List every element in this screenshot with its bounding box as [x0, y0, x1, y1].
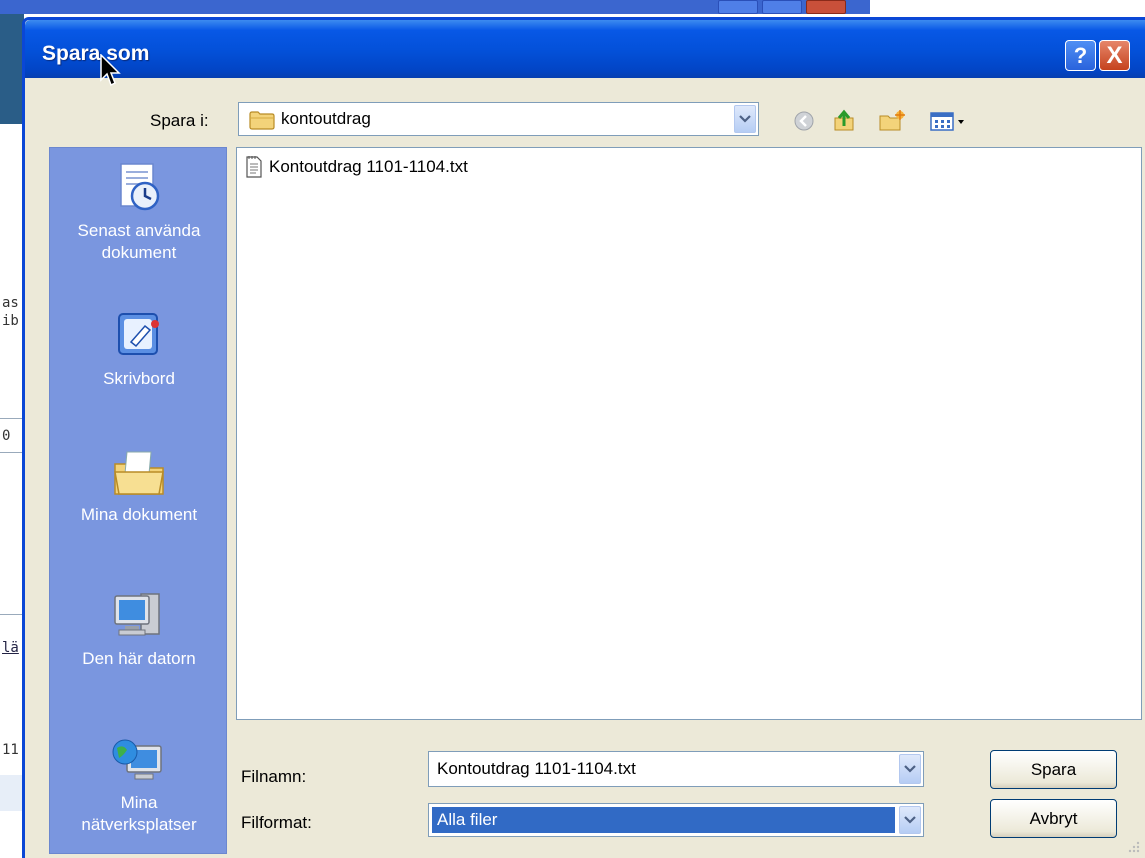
chevron-down-icon [739, 115, 751, 123]
my-documents-icon [114, 451, 164, 495]
background-close-button[interactable] [806, 0, 846, 14]
place-label: Skrivbord [103, 369, 175, 388]
place-label: Den här datorn [82, 649, 196, 668]
save-button[interactable]: Spara [990, 750, 1117, 789]
places-bar: Senast använda dokument Skrivbord Mina d… [49, 147, 227, 854]
save-in-dropdown-arrow[interactable] [734, 105, 756, 133]
cancel-button[interactable]: Avbryt [990, 799, 1117, 838]
chevron-down-icon [904, 816, 916, 824]
network-places-icon [112, 739, 162, 780]
up-one-level-button[interactable] [830, 106, 860, 136]
background-divider [0, 452, 24, 453]
file-list-item[interactable]: Kontoutdrag 1101-1104.txt [245, 156, 468, 178]
background-minimize-button[interactable] [718, 0, 758, 14]
place-desktop[interactable]: Skrivbord [50, 308, 228, 390]
mouse-cursor-icon [100, 54, 121, 87]
filename-value: Kontoutdrag 1101-1104.txt [437, 759, 636, 778]
background-divider [0, 614, 24, 615]
text-file-icon [246, 156, 262, 178]
filetype-value: Alla filer [437, 810, 498, 829]
background-link[interactable]: lä [2, 640, 19, 656]
background-titlebar [0, 0, 870, 14]
recent-documents-icon [120, 163, 160, 211]
place-my-computer[interactable]: Den här datorn [50, 588, 228, 670]
place-label: dokument [101, 243, 177, 262]
help-button[interactable]: ? [1065, 40, 1096, 71]
background-divider [0, 418, 24, 419]
background-maximize-button[interactable] [762, 0, 802, 14]
background-panel [0, 775, 24, 811]
filetype-selection-highlight [432, 807, 895, 833]
save-in-dropdown[interactable]: kontoutdrag [238, 102, 759, 136]
place-label: nätverksplatser [81, 815, 197, 834]
background-text: 0 [2, 428, 11, 444]
place-my-documents[interactable]: Mina dokument [50, 444, 228, 526]
filetype-label: Filformat: [241, 813, 312, 832]
place-label: Mina dokument [80, 505, 198, 524]
desktop-icon [118, 313, 159, 355]
back-button[interactable] [790, 106, 818, 136]
my-computer-icon [114, 593, 160, 636]
folder-icon [249, 111, 275, 130]
save-as-dialog: Spara som ? X Spara i: kontoutdrag Senas… [22, 17, 1145, 858]
place-recent-documents[interactable]: Senast använda dokument [50, 160, 228, 264]
filename-label: Filnamn: [241, 767, 307, 786]
back-icon [794, 111, 814, 131]
view-menu-button[interactable] [927, 106, 971, 136]
background-text: as [2, 295, 19, 311]
dialog-titlebar[interactable]: Spara som ? X [25, 20, 1145, 78]
filetype-dropdown-arrow[interactable] [899, 806, 921, 834]
background-text: ib [2, 313, 19, 329]
close-icon: X [1106, 41, 1123, 69]
dialog-title: Spara som [42, 42, 150, 65]
view-menu-icon [930, 112, 964, 131]
filetype-dropdown[interactable]: Alla filer [428, 803, 924, 837]
up-folder-icon [834, 109, 854, 131]
filename-input[interactable]: Kontoutdrag 1101-1104.txt [428, 751, 924, 787]
place-label: Mina [120, 793, 158, 812]
file-list[interactable]: Kontoutdrag 1101-1104.txt [236, 147, 1142, 720]
place-network-places[interactable]: Mina nätverksplatser [50, 736, 228, 836]
save-in-value: kontoutdrag [281, 109, 371, 128]
place-label: Senast använda [77, 221, 201, 240]
new-folder-icon [879, 110, 905, 131]
background-text: 11 [2, 742, 19, 758]
filename-dropdown-arrow[interactable] [899, 754, 921, 784]
file-name: Kontoutdrag 1101-1104.txt [269, 157, 468, 176]
new-folder-button[interactable] [877, 106, 907, 136]
chevron-down-icon [904, 765, 916, 773]
close-button[interactable]: X [1099, 40, 1130, 71]
help-icon: ? [1073, 42, 1088, 68]
resize-grip-icon[interactable] [1125, 838, 1141, 854]
save-in-label: Spara i: [150, 111, 209, 130]
background-sidebar [0, 14, 24, 124]
